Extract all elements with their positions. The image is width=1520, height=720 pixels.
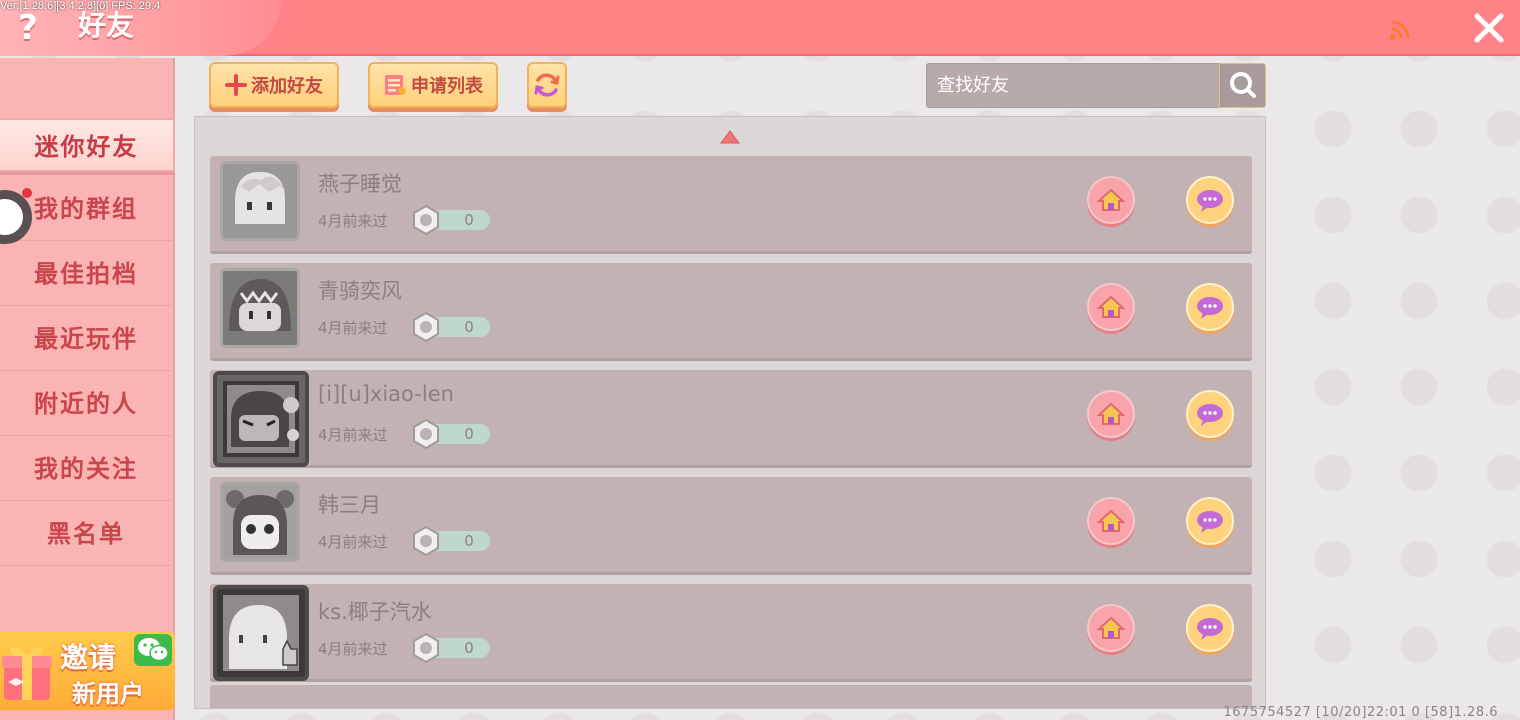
gift-icon [2, 646, 52, 700]
friend-row[interactable]: 韩三月 4月前来过 0 [210, 477, 1252, 575]
add-friend-label: 添加好友 [251, 76, 323, 97]
visit-home-button[interactable] [1086, 282, 1136, 336]
friend-name: 韩三月 [318, 493, 381, 517]
chat-button[interactable] [1185, 496, 1235, 550]
fan-badge-icon [413, 632, 439, 664]
visit-home-button[interactable] [1086, 175, 1136, 229]
friend-avatar[interactable] [220, 268, 300, 348]
last-seen-text: 4月前来过 [318, 212, 388, 230]
friend-avatar[interactable] [220, 161, 300, 241]
top-bar: ? 好友 [0, 0, 1520, 56]
plus-icon [225, 74, 247, 96]
last-seen-text: 4月前来过 [318, 533, 388, 551]
last-seen-text: 4月前来过 [318, 640, 388, 658]
search-icon [1230, 72, 1256, 98]
footer-status-text: 1675754527 [10/20]22:01 0 [58]1.28.6 [1223, 705, 1498, 720]
friend-avatar[interactable] [213, 371, 309, 467]
request-list-button[interactable]: 申请列表 [368, 62, 498, 108]
friend-list[interactable]: 燕子睡觉 4月前来过 0 青骑奕风 4月前来过 0 [i][u]xiao-len… [194, 116, 1266, 709]
friend-row[interactable]: 青骑奕风 4月前来过 0 [210, 263, 1252, 361]
request-list-icon [385, 75, 406, 95]
question-mark-icon[interactable]: ? [10, 8, 46, 48]
chat-button[interactable] [1185, 282, 1235, 336]
friend-name: 燕子睡觉 [318, 172, 402, 196]
sidebar-item-mini-friends[interactable]: 迷你好友 [0, 118, 175, 172]
debug-version-text: Ver:[1.28.6][3.4.2.8][0] FPS: 29.4 [0, 0, 161, 12]
search-input[interactable] [937, 75, 1207, 96]
visit-home-button[interactable] [1086, 496, 1136, 550]
sidebar-item-nearby[interactable]: 附近的人 [0, 372, 172, 436]
last-seen-text: 4月前来过 [318, 319, 388, 337]
last-seen-text: 4月前来过 [318, 426, 388, 444]
refresh-button[interactable] [527, 62, 567, 108]
sidebar-item-following[interactable]: 我的关注 [0, 437, 172, 501]
friend-row[interactable]: [i][u]xiao-len 4月前来过 0 [210, 370, 1252, 468]
chat-button[interactable] [1185, 603, 1235, 657]
search-button[interactable] [1219, 63, 1266, 108]
fan-badge-icon [413, 204, 439, 236]
sidebar-item-blacklist[interactable]: 黑名单 [0, 502, 172, 566]
chat-button[interactable] [1185, 389, 1235, 443]
fan-badge-icon [413, 418, 439, 450]
friend-avatar[interactable] [220, 482, 300, 562]
friend-row[interactable]: ks.椰子汽水 4月前来过 0 [210, 584, 1252, 682]
friend-avatar[interactable] [213, 585, 309, 681]
visit-home-button[interactable] [1086, 603, 1136, 657]
invite-subtitle: 新用户 [72, 680, 144, 708]
invite-title: 邀请 [60, 641, 117, 674]
friend-name: 青骑奕风 [318, 279, 402, 303]
sidebar-item-recent-players[interactable]: 最近玩伴 [0, 307, 172, 371]
friend-row-partial[interactable] [210, 685, 1252, 708]
request-list-label: 申请列表 [411, 76, 483, 97]
scroll-up-arrow-icon[interactable] [719, 129, 741, 145]
close-icon[interactable] [1468, 8, 1510, 48]
signal-icon [1390, 20, 1410, 40]
search-field[interactable] [926, 63, 1220, 108]
friend-name: ks.椰子汽水 [318, 600, 432, 624]
invite-new-user-banner[interactable]: 邀请 新用户 [0, 632, 175, 710]
add-friend-button[interactable]: 添加好友 [209, 62, 339, 108]
friend-name: [i][u]xiao-len [318, 382, 454, 406]
sidebar: 迷你好友 我的群组 最佳拍档 最近玩伴 附近的人 我的关注 黑名单 邀请 新用户 [0, 58, 175, 720]
sidebar-item-best-partners[interactable]: 最佳拍档 [0, 242, 172, 306]
refresh-icon [534, 73, 560, 97]
fan-badge-icon [413, 525, 439, 557]
friend-row[interactable]: 燕子睡觉 4月前来过 0 [210, 156, 1252, 254]
wechat-icon [134, 634, 172, 666]
visit-home-button[interactable] [1086, 389, 1136, 443]
chat-button[interactable] [1185, 175, 1235, 229]
fan-badge-icon [413, 311, 439, 343]
